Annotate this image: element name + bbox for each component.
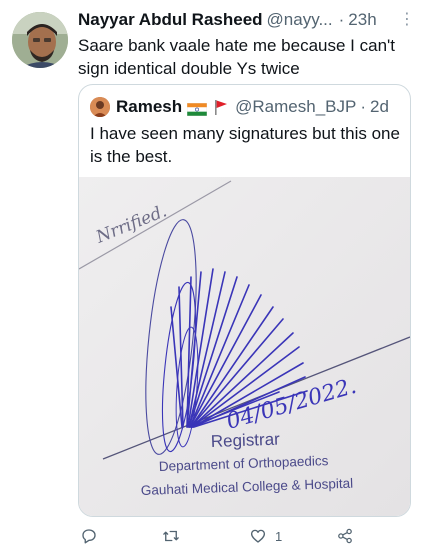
quoted-separator-dot: · (360, 97, 367, 116)
heart-icon (250, 529, 266, 543)
quoted-tweet-header: Ramesh @Ramesh_BJP · 2d (90, 96, 400, 118)
more-options-icon[interactable]: ⋮ (399, 12, 415, 28)
author-name[interactable]: Nayyar Abdul Rasheed (78, 10, 263, 30)
tweet-action-bar: 1 (78, 523, 378, 549)
tweet-text: Saare bank vaale hate me because I can't… (78, 36, 396, 78)
reply-icon (82, 529, 96, 544)
reply-button[interactable] (80, 523, 98, 549)
quoted-timestamp: 2d (370, 97, 389, 116)
share-button[interactable] (336, 523, 354, 549)
quoted-tweet[interactable]: Ramesh @Ramesh_BJP · 2d I have seen many… (78, 84, 411, 517)
retweet-icon (163, 530, 179, 542)
like-count: 1 (275, 528, 283, 544)
author-avatar[interactable] (12, 12, 68, 68)
quoted-author-name: Ramesh (116, 97, 183, 116)
tweet-header: Nayyar Abdul Rasheed @nayy... · 23h ⋮ (78, 9, 415, 31)
india-flag-icon (186, 101, 208, 116)
stamp-title: Registrar (210, 430, 280, 451)
tweet-timestamp[interactable]: 23h (348, 10, 376, 30)
quoted-author-avatar (90, 97, 110, 117)
retweet-button[interactable] (162, 523, 180, 549)
tweet[interactable]: Nayyar Abdul Rasheed @nayy... · 23h ⋮ Sa… (0, 0, 423, 553)
quoted-author-handle: @Ramesh_BJP (235, 97, 357, 116)
quoted-tweet-text: I have seen many signatures but this one… (90, 124, 400, 166)
author-handle[interactable]: @nayy... (267, 10, 333, 30)
separator-dot: · (338, 10, 345, 29)
share-icon (338, 528, 352, 544)
signature-photo[interactable]: Nrrified. 04/05/2022. Registrar Departme… (79, 177, 410, 516)
red-flag-icon (213, 99, 229, 115)
like-button[interactable]: 1 (249, 523, 282, 549)
